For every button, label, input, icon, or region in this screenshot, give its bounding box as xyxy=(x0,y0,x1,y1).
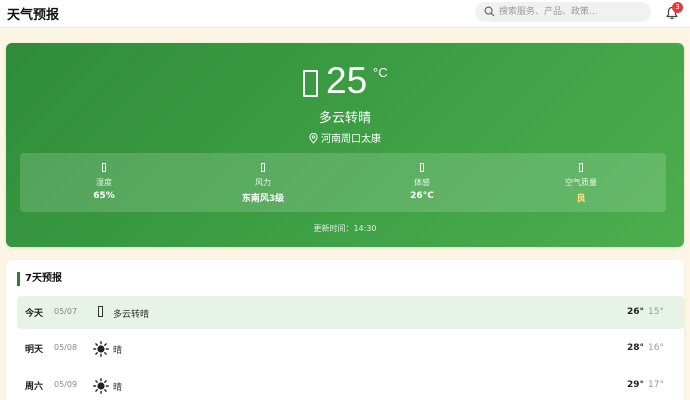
app-title: 天气预报 xyxy=(7,8,60,23)
notification-badge: 3 xyxy=(672,2,683,13)
weather-icon xyxy=(303,70,318,97)
wind-icon xyxy=(261,163,265,172)
location-label: 河南周口太康 xyxy=(321,134,381,145)
thermometer-icon xyxy=(420,163,424,172)
stat-value: 26°C xyxy=(410,191,434,201)
forecast-day: 明天 xyxy=(25,345,44,355)
forecast-condition: 晴 xyxy=(113,346,123,356)
forecast-card: 7天预报 今天 05/07 多云转晴 26° 15° 明天 05/08 晴 28… xyxy=(6,260,684,400)
location[interactable]: 河南周口太康 xyxy=(6,130,684,145)
weather-stats-panel: 湿度 65% 风力 东南风3级 体感 26°C 空气质量 良 xyxy=(20,153,666,212)
forecast-day: 周六 xyxy=(25,382,44,392)
forecast-row[interactable]: 周六 05/09 晴 29° 17° xyxy=(17,369,684,400)
top-bar: 天气预报 3 xyxy=(0,0,690,28)
forecast-high: 26° xyxy=(627,307,645,317)
cloud-sun-icon xyxy=(98,306,103,317)
forecast-row[interactable]: 今天 05/07 多云转晴 26° 15° xyxy=(17,296,684,329)
current-temperature: 25 xyxy=(326,60,368,101)
sun-icon xyxy=(93,341,109,357)
forecast-low: 16° xyxy=(648,343,664,353)
current-condition: 多云转晴 xyxy=(318,111,371,126)
forecast-date: 05/08 xyxy=(54,343,78,352)
forecast-row[interactable]: 明天 05/08 晴 28° 16° xyxy=(17,332,684,365)
air-quality-icon xyxy=(579,163,583,172)
forecast-title: 7天预报 xyxy=(17,272,62,286)
forecast-low: 17° xyxy=(648,380,664,390)
forecast-condition: 多云转晴 xyxy=(113,310,150,320)
stat-value: 东南风3级 xyxy=(241,194,285,204)
search-input[interactable] xyxy=(499,2,645,22)
stat-value: 65% xyxy=(93,191,115,201)
stat-wind: 风力 东南风3级 xyxy=(183,153,343,212)
forecast-date: 05/07 xyxy=(54,307,78,316)
stat-label: 湿度 xyxy=(96,178,112,187)
location-pin-icon xyxy=(309,133,318,144)
stat-value: 良 xyxy=(576,194,586,204)
stat-label: 空气质量 xyxy=(565,178,597,187)
forecast-low: 15° xyxy=(648,307,664,317)
current-weather-card: 25 °C 多云转晴 河南周口太康 湿度 65% 风力 东南风3级 体感 26°… xyxy=(6,43,684,247)
sun-icon xyxy=(93,378,109,394)
forecast-high: 28° xyxy=(627,343,645,353)
forecast-high: 29° xyxy=(627,380,645,390)
forecast-day: 今天 xyxy=(25,309,44,319)
search-icon xyxy=(484,6,495,17)
stat-label: 风力 xyxy=(255,178,271,187)
stat-label: 体感 xyxy=(414,178,430,187)
stat-humidity: 湿度 65% xyxy=(24,153,184,212)
forecast-condition: 晴 xyxy=(113,383,123,393)
updated-time: 更新时间：14:30 xyxy=(313,224,377,233)
stat-air-quality: 空气质量 良 xyxy=(501,153,661,212)
search-box[interactable] xyxy=(475,2,651,22)
forecast-date: 05/09 xyxy=(54,380,78,389)
stat-feels-like: 体感 26°C xyxy=(342,153,502,212)
humidity-icon xyxy=(102,163,106,172)
temperature-unit: °C xyxy=(373,65,388,80)
